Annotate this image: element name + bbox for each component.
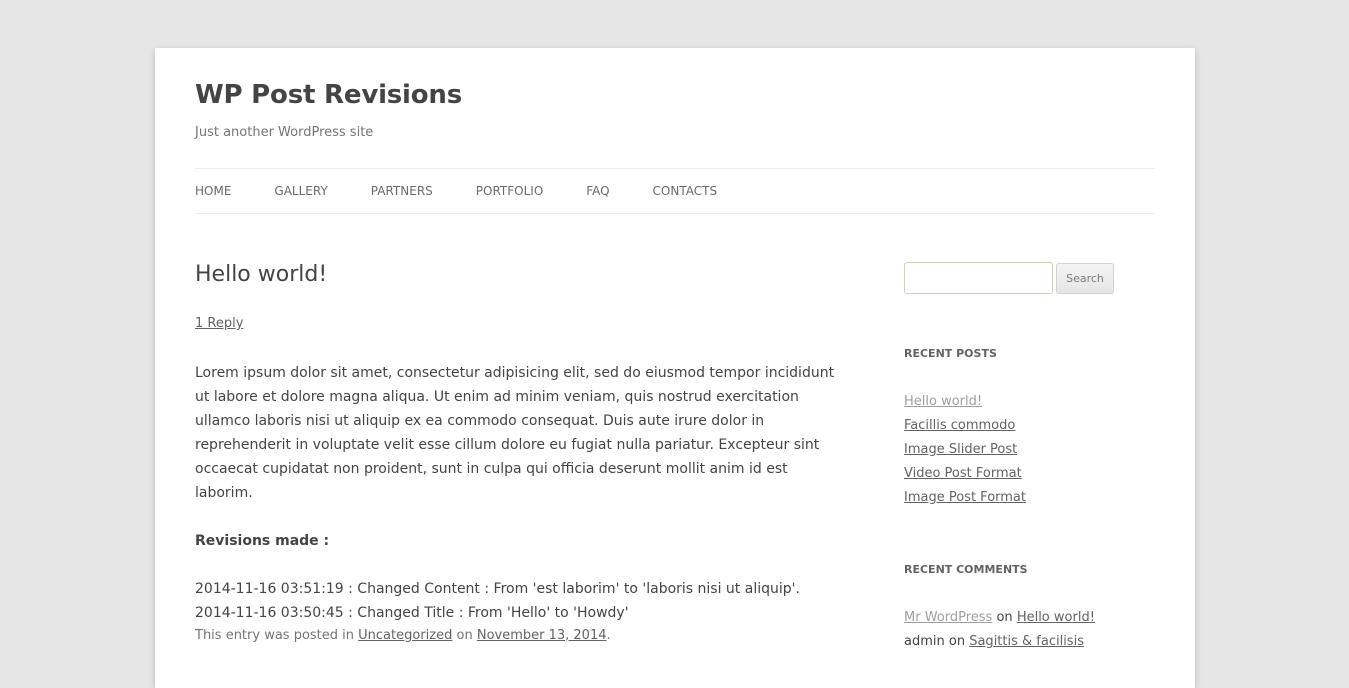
- nav-item-contacts[interactable]: CONTACTS: [653, 184, 718, 198]
- meta-prefix: This entry was posted in: [195, 628, 355, 643]
- recent-post-link[interactable]: Facillis commodo: [904, 418, 1015, 433]
- revision-entry: 2014-11-16 03:51:19 : Changed Content : …: [195, 581, 800, 597]
- revisions-heading: Revisions made :: [195, 533, 330, 549]
- search-form: Search: [904, 262, 1144, 294]
- list-item: Facillis commodo: [904, 414, 1026, 438]
- post-body: Lorem ipsum dolor sit amet, consectetur …: [195, 365, 835, 501]
- nav-item-faq[interactable]: FAQ: [586, 184, 609, 198]
- nav-item-partners[interactable]: PARTNERS: [371, 184, 433, 198]
- comment-on: on: [948, 634, 966, 649]
- search-input[interactable]: [904, 262, 1053, 294]
- main-navigation: HOME GALLERY PARTNERS PORTFOLIO FAQ CONT…: [195, 168, 1155, 214]
- recent-post-link[interactable]: Hello world!: [904, 394, 982, 409]
- site-container: WP Post Revisions Just another WordPress…: [155, 48, 1195, 688]
- comment-author-link[interactable]: Mr WordPress: [904, 610, 992, 625]
- meta-on: on: [456, 628, 473, 643]
- comment-on: on: [996, 610, 1013, 625]
- site-description: Just another WordPress site: [195, 125, 374, 140]
- revision-entry: 2014-11-16 03:50:45 : Changed Title : Fr…: [195, 605, 629, 621]
- list-item: Image Post Format: [904, 486, 1026, 510]
- nav-item-home[interactable]: HOME: [195, 184, 231, 198]
- date-link[interactable]: November 13, 2014: [477, 628, 607, 643]
- list-item: admin on Sagittis & facilisis: [904, 630, 1095, 654]
- meta-suffix: .: [606, 628, 611, 643]
- recent-comments-list: Mr WordPress on Hello world! admin on Sa…: [904, 606, 1095, 654]
- recent-comments-title: RECENT COMMENTS: [904, 563, 1028, 576]
- comment-post-link[interactable]: Hello world!: [1017, 610, 1095, 625]
- sidebar: Search RECENT POSTS Hello world! Facilli…: [904, 262, 1144, 649]
- site-title[interactable]: WP Post Revisions: [195, 80, 462, 110]
- entry-meta: This entry was posted in Uncategorized o…: [195, 628, 611, 643]
- comment-post-link[interactable]: Sagittis & facilisis: [969, 634, 1084, 649]
- post-content: Lorem ipsum dolor sit amet, consectetur …: [195, 361, 835, 625]
- recent-post-link[interactable]: Video Post Format: [904, 466, 1022, 481]
- recent-post-link[interactable]: Image Post Format: [904, 490, 1026, 505]
- nav-item-portfolio[interactable]: PORTFOLIO: [476, 184, 544, 198]
- list-item: Mr WordPress on Hello world!: [904, 606, 1095, 630]
- category-link[interactable]: Uncategorized: [358, 628, 452, 643]
- search-button[interactable]: Search: [1056, 262, 1114, 294]
- comment-author: admin: [904, 634, 945, 649]
- list-item: Image Slider Post: [904, 438, 1026, 462]
- reply-link[interactable]: 1 Reply: [195, 316, 243, 331]
- recent-posts-list: Hello world! Facillis commodo Image Slid…: [904, 390, 1026, 510]
- nav-item-gallery[interactable]: GALLERY: [274, 184, 327, 198]
- post-title[interactable]: Hello world!: [195, 262, 327, 287]
- recent-posts-title: RECENT POSTS: [904, 347, 997, 360]
- recent-post-link[interactable]: Image Slider Post: [904, 442, 1017, 457]
- list-item: Hello world!: [904, 390, 1026, 414]
- list-item: Video Post Format: [904, 462, 1026, 486]
